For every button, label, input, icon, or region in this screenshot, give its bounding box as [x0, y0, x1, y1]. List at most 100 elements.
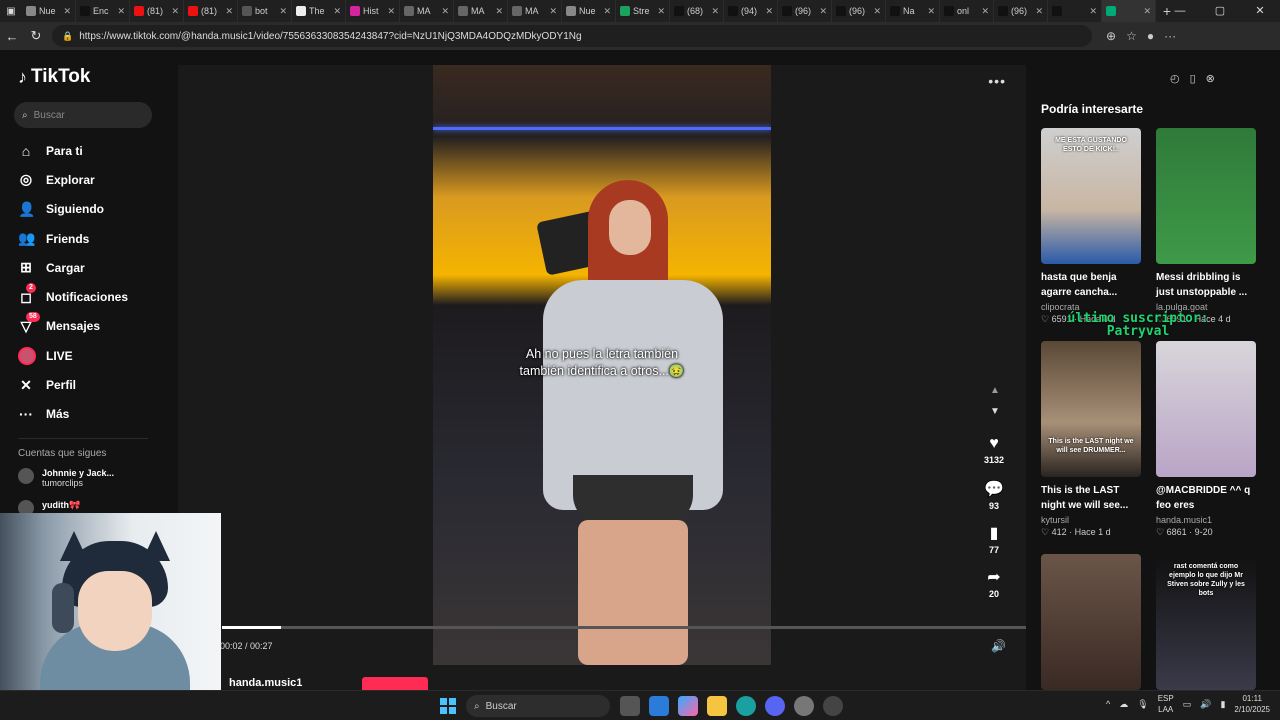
- close-window-button[interactable]: ✕: [1240, 0, 1280, 22]
- browser-tab[interactable]: MA ✕: [454, 0, 508, 22]
- browser-tab[interactable]: Hist ✕: [346, 0, 400, 22]
- media-player-icon[interactable]: [823, 696, 843, 716]
- nav-item-explorar[interactable]: ◎ Explorar: [18, 165, 128, 194]
- recommended-user[interactable]: kytursil: [1041, 515, 1141, 525]
- browser-tab[interactable]: MA ✕: [508, 0, 562, 22]
- reload-icon[interactable]: ↻: [24, 28, 48, 44]
- tab-close-icon[interactable]: ✕: [117, 6, 125, 17]
- tab-close-icon[interactable]: ✕: [1035, 6, 1043, 17]
- tab-close-icon[interactable]: ✕: [873, 6, 881, 17]
- extensions-icon[interactable]: ⊕: [1106, 29, 1116, 43]
- maximize-button[interactable]: ▢: [1200, 0, 1240, 22]
- tab-close-icon[interactable]: ✕: [927, 6, 935, 17]
- video-thumbnail[interactable]: [1156, 128, 1256, 264]
- nav-item-perfil[interactable]: ✕ Perfil: [18, 370, 128, 399]
- recommended-user[interactable]: handa.music1: [1156, 515, 1256, 525]
- video-thumbnail[interactable]: [1156, 341, 1256, 477]
- video-thumbnail[interactable]: [1041, 554, 1141, 690]
- tab-close-icon[interactable]: ✕: [333, 6, 341, 17]
- browser-menu-icon[interactable]: ···: [1164, 29, 1176, 43]
- tab-close-icon[interactable]: ✕: [441, 6, 449, 17]
- minimize-button[interactable]: —: [1160, 0, 1200, 22]
- tab-close-icon[interactable]: ✕: [1143, 6, 1151, 17]
- video-progress-bar[interactable]: [222, 626, 1026, 629]
- nav-item-cargar[interactable]: ⊞ Cargar: [18, 253, 128, 282]
- copilot-icon[interactable]: [678, 696, 698, 716]
- like-button[interactable]: ♥ 3132: [984, 435, 1004, 479]
- url-field[interactable]: 🔒 https://www.tiktok.com/@handa.music1/v…: [52, 25, 1092, 47]
- tab-close-icon[interactable]: ✕: [63, 6, 71, 17]
- tab-close-icon[interactable]: ✕: [495, 6, 503, 17]
- search-input[interactable]: ⌕ Buscar: [14, 102, 152, 128]
- tab-close-icon[interactable]: ✕: [1089, 6, 1097, 17]
- battery-icon[interactable]: ▮: [1220, 699, 1225, 710]
- favorites-icon[interactable]: ☆: [1126, 29, 1137, 43]
- browser-tab[interactable]: MA ✕: [400, 0, 454, 22]
- browser-tab[interactable]: (81) ✕: [184, 0, 238, 22]
- device-icon[interactable]: ▯: [1190, 72, 1196, 85]
- recommended-video[interactable]: ME ESTA GUSTANDO ESTO DE KICK!.. hasta qu…: [1041, 128, 1141, 325]
- onedrive-icon[interactable]: ☁: [1119, 699, 1128, 710]
- nav-item-friends[interactable]: 👥 Friends: [18, 224, 128, 253]
- clock[interactable]: 01:11 2/10/2025: [1234, 693, 1270, 715]
- tab-close-icon[interactable]: ✕: [657, 6, 665, 17]
- browser-tab[interactable]: bot ✕: [238, 0, 292, 22]
- user-avatar[interactable]: ⊗: [1206, 72, 1215, 85]
- coins-icon[interactable]: ◴: [1170, 72, 1180, 85]
- tab-close-icon[interactable]: ✕: [765, 6, 773, 17]
- browser-tab[interactable]: Na ✕: [886, 0, 940, 22]
- browser-tab[interactable]: (68) ✕: [670, 0, 724, 22]
- tab-close-icon[interactable]: ✕: [981, 6, 989, 17]
- tab-close-icon[interactable]: ✕: [819, 6, 827, 17]
- video-thumbnail[interactable]: ME ESTA GUSTANDO ESTO DE KICK!..: [1041, 128, 1141, 264]
- recommended-video[interactable]: rast comentá como ejemplo lo que dijo Mr…: [1156, 554, 1256, 690]
- browser-tab[interactable]: Stre ✕: [616, 0, 670, 22]
- tab-close-icon[interactable]: ✕: [549, 6, 557, 17]
- recommended-video[interactable]: @MACBRIDDE ^^ q feo eres handa.music1 ♡ 686…: [1156, 341, 1256, 538]
- explorer-icon[interactable]: [707, 696, 727, 716]
- save-button[interactable]: ▮ 77: [989, 523, 999, 567]
- tab-close-icon[interactable]: ✕: [225, 6, 233, 17]
- comment-button[interactable]: 💬 93: [984, 479, 1004, 523]
- browser-tab[interactable]: (94) ✕: [724, 0, 778, 22]
- nav-item-notificaciones[interactable]: ◻ 2 Notificaciones: [18, 282, 128, 311]
- browser-tab[interactable]: ✕: [1102, 0, 1156, 22]
- profile-avatar[interactable]: ●: [1147, 29, 1154, 43]
- back-icon[interactable]: ←: [0, 29, 24, 44]
- nav-item-parati[interactable]: ⌂ Para ti: [18, 136, 128, 165]
- browser-tab[interactable]: Enc ✕: [76, 0, 130, 22]
- video-player[interactable]: Ah no pues la letra también también iden…: [433, 65, 771, 665]
- tab-close-icon[interactable]: ✕: [387, 6, 395, 17]
- language-indicator[interactable]: ESP LAA: [1158, 693, 1174, 715]
- nav-item-siguiendo[interactable]: 👤 Siguiendo: [18, 195, 128, 224]
- recommended-video[interactable]: Messi dribbling is just unstoppable ... la…: [1156, 128, 1256, 325]
- store-icon[interactable]: [649, 696, 669, 716]
- settings-icon[interactable]: [794, 696, 814, 716]
- nav-item-mensajes[interactable]: ▽ 58 Mensajes: [18, 311, 128, 341]
- browser-tab[interactable]: Nue ✕: [22, 0, 76, 22]
- edge-icon[interactable]: [736, 696, 756, 716]
- browser-tab[interactable]: Nue ✕: [562, 0, 616, 22]
- browser-tab[interactable]: (81) ✕: [130, 0, 184, 22]
- recommended-video[interactable]: [1041, 554, 1141, 690]
- following-item[interactable]: Johnnie y Jack... tumorclips: [18, 468, 114, 488]
- video-thumbnail[interactable]: This is the LAST night we will see DRUMM…: [1041, 341, 1141, 477]
- recommended-video[interactable]: This is the LAST night we will see DRUMM…: [1041, 341, 1141, 538]
- volume-icon[interactable]: 🔊: [1200, 699, 1211, 710]
- tab-close-icon[interactable]: ✕: [603, 6, 611, 17]
- chevron-up-icon[interactable]: ▲: [990, 385, 1000, 396]
- window-menu-icon[interactable]: ▣: [0, 6, 22, 17]
- tab-close-icon[interactable]: ✕: [171, 6, 179, 17]
- tab-close-icon[interactable]: ✕: [711, 6, 719, 17]
- author-name[interactable]: handa.music1: [229, 677, 302, 689]
- taskbar-search[interactable]: ⌕ Buscar: [466, 695, 610, 717]
- mic-icon[interactable]: 🎙: [1137, 699, 1148, 710]
- video-thumbnail[interactable]: rast comentá como ejemplo lo que dijo Mr…: [1156, 554, 1256, 690]
- chevron-down-icon[interactable]: ▼: [990, 406, 1000, 417]
- volume-icon[interactable]: 🔊: [991, 639, 1006, 653]
- chevron-up-icon[interactable]: ^: [1106, 699, 1110, 709]
- start-button[interactable]: [440, 698, 456, 714]
- share-button[interactable]: ➦ 20: [987, 567, 1000, 611]
- discord-icon[interactable]: [765, 696, 785, 716]
- browser-tab[interactable]: onl ✕: [940, 0, 994, 22]
